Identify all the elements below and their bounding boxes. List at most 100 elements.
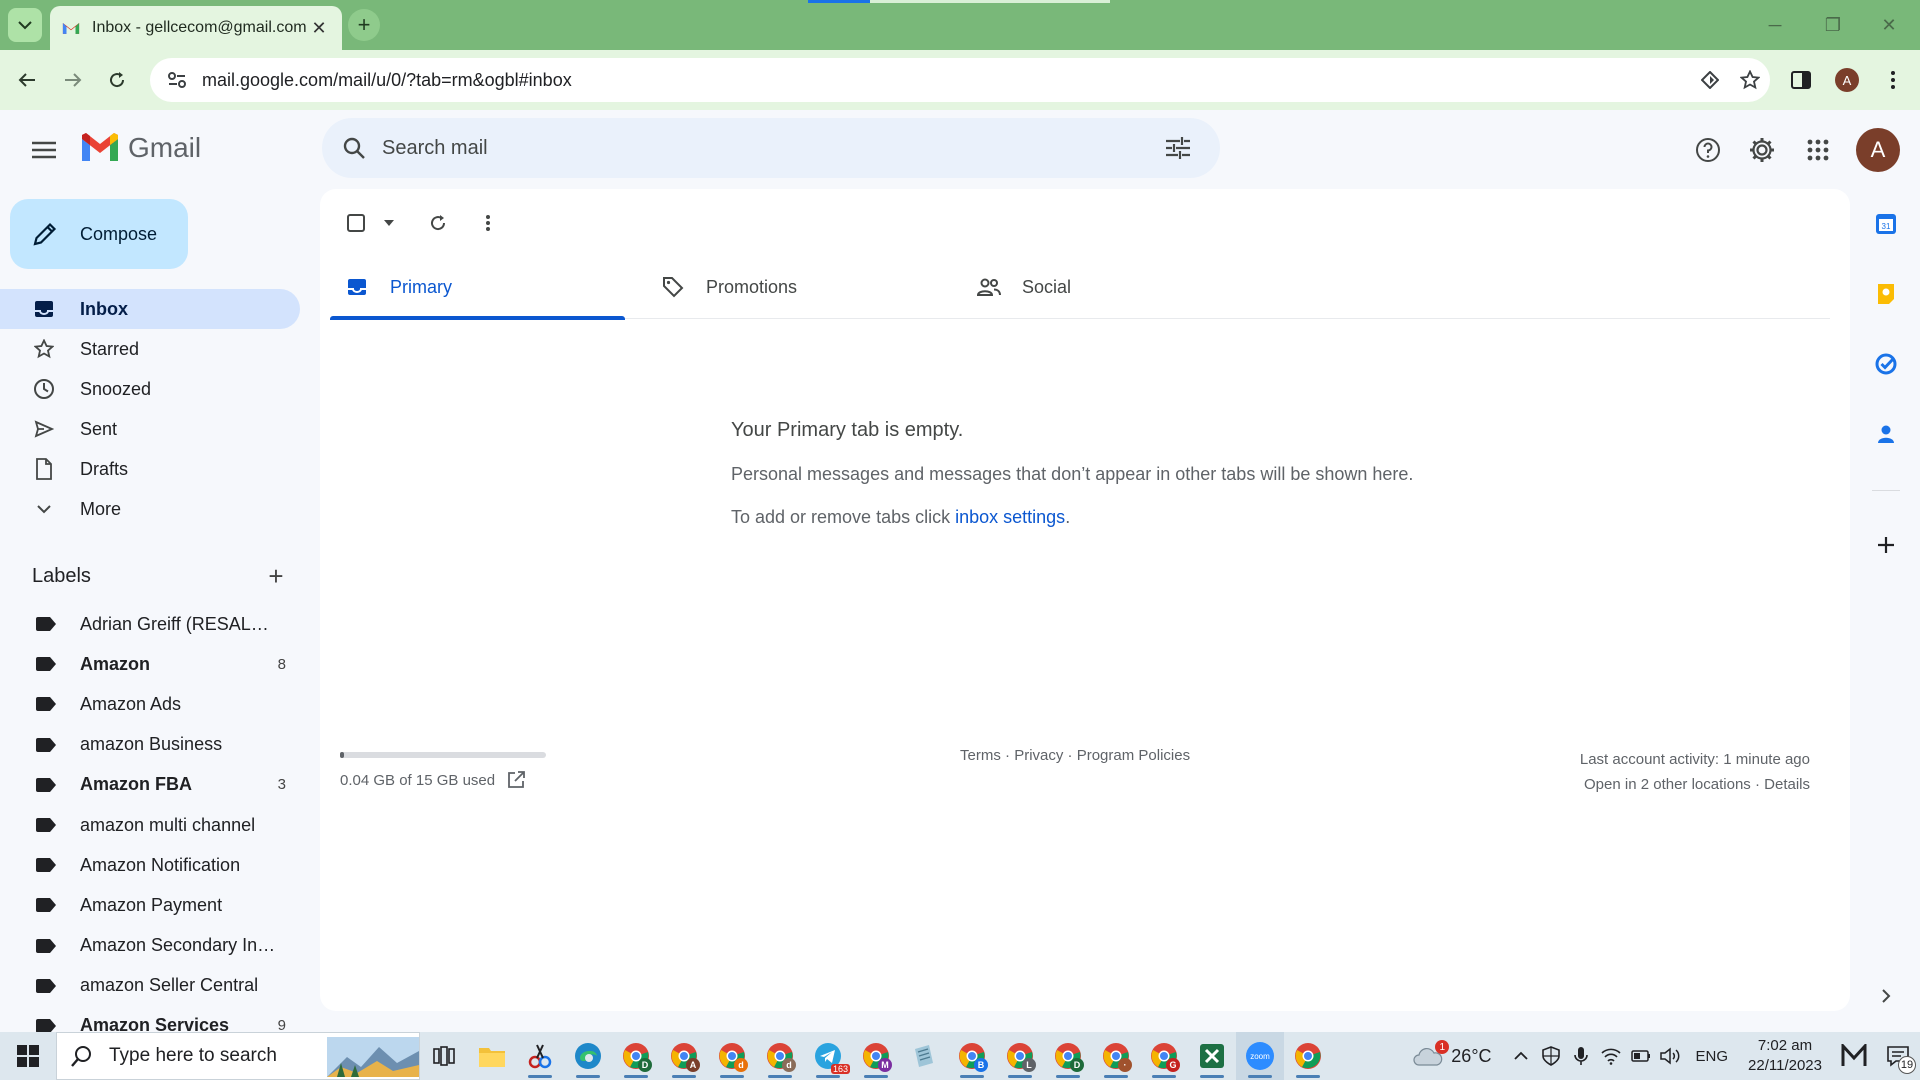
contacts-icon[interactable]	[1868, 416, 1904, 452]
tab-social[interactable]: Social	[962, 255, 1278, 319]
label-item[interactable]: Amazon Ads	[0, 684, 300, 724]
battery-icon[interactable]	[1626, 1032, 1656, 1080]
chevron-right-icon[interactable]	[1868, 978, 1904, 1014]
browser-tab-inbox[interactable]: Inbox - gellcecom@gmail.com ✕	[50, 6, 342, 50]
weather-widget[interactable]: 1 26°C	[1409, 1032, 1505, 1080]
window-close-icon[interactable]: ✕	[1862, 0, 1916, 50]
sidebar-item-drafts[interactable]: Drafts	[0, 449, 300, 489]
tab-close-icon[interactable]: ✕	[308, 17, 330, 39]
search-bar[interactable]	[322, 118, 1220, 178]
help-icon[interactable]	[1686, 128, 1730, 172]
chrome-profile-d-icon[interactable]: D	[612, 1032, 660, 1080]
sidebar-item-inbox[interactable]: Inbox	[0, 289, 300, 329]
chrome-profile-b-icon[interactable]: B	[948, 1032, 996, 1080]
telegram-icon[interactable]: 163	[804, 1032, 852, 1080]
privacy-link[interactable]: Privacy	[1014, 747, 1063, 764]
calendar-icon[interactable]: 31	[1868, 206, 1904, 242]
wifi-icon[interactable]	[1596, 1032, 1626, 1080]
task-view-icon[interactable]	[420, 1032, 468, 1080]
security-shield-icon[interactable]	[1536, 1032, 1566, 1080]
inbox-settings-link[interactable]: inbox settings	[955, 507, 1065, 527]
chrome-profile-d2-icon[interactable]: d	[708, 1032, 756, 1080]
settings-gear-icon[interactable]	[1740, 128, 1784, 172]
sidebar-item-starred[interactable]: Starred	[0, 329, 300, 369]
translate-icon[interactable]	[1690, 60, 1730, 100]
label-item[interactable]: Amazon Payment	[0, 885, 300, 925]
meet-now-icon[interactable]	[1832, 1032, 1876, 1080]
bookmark-star-icon[interactable]	[1730, 60, 1770, 100]
add-icon[interactable]	[1868, 527, 1904, 563]
windows-start-button[interactable]	[0, 1032, 56, 1080]
external-link-icon[interactable]	[507, 771, 526, 789]
sidebar-item-sent[interactable]: Sent	[0, 409, 300, 449]
notification-center-icon[interactable]: 19	[1876, 1032, 1920, 1080]
minimize-icon[interactable]: ─	[1748, 0, 1802, 50]
file-explorer-icon[interactable]	[468, 1032, 516, 1080]
chrome-profile-a-icon[interactable]: A	[660, 1032, 708, 1080]
clock-icon	[32, 377, 56, 401]
label-item[interactable]: amazon multi channel	[0, 805, 300, 845]
chrome-profile-m-icon[interactable]: M	[852, 1032, 900, 1080]
reload-button[interactable]	[100, 63, 134, 97]
volume-icon[interactable]	[1656, 1032, 1686, 1080]
site-info-icon[interactable]	[156, 63, 198, 97]
chrome-profile-d3-icon[interactable]: d	[756, 1032, 804, 1080]
address-bar[interactable]: mail.google.com/mail/u/0/?tab=rm&ogbl#in…	[150, 58, 1770, 102]
label-item[interactable]: Adrian Greiff (RESALE C...	[0, 604, 300, 644]
label-item[interactable]: amazon Seller Central	[0, 966, 300, 1006]
system-clock[interactable]: 7:02 am 22/11/2023	[1738, 1036, 1832, 1076]
apps-grid-icon[interactable]	[1796, 128, 1840, 172]
sidebar-item-snoozed[interactable]: Snoozed	[0, 369, 300, 409]
program-policies-link[interactable]: Program Policies	[1077, 747, 1190, 764]
chrome-profile-d4-icon[interactable]: D	[1044, 1032, 1092, 1080]
url-text[interactable]: mail.google.com/mail/u/0/?tab=rm&ogbl#in…	[202, 70, 1690, 91]
compose-button[interactable]: Compose	[10, 199, 188, 269]
select-dropdown[interactable]	[378, 203, 400, 243]
excel-icon[interactable]	[1188, 1032, 1236, 1080]
label-item[interactable]: Amazon FBA 3	[0, 765, 300, 805]
search-input[interactable]	[382, 136, 1150, 160]
label-item[interactable]: Amazon Notification	[0, 845, 300, 885]
browser-menu-button[interactable]	[1876, 63, 1910, 97]
search-options-icon[interactable]	[1150, 120, 1206, 176]
chrome-profile-img-icon[interactable]: ·	[1092, 1032, 1140, 1080]
notepad-app-icon[interactable]	[900, 1032, 948, 1080]
main-menu-button[interactable]	[24, 130, 64, 170]
tasks-icon[interactable]	[1868, 346, 1904, 382]
search-icon[interactable]	[326, 120, 382, 176]
microphone-icon[interactable]	[1566, 1032, 1596, 1080]
label-item[interactable]: Amazon Secondary Invit...	[0, 926, 300, 966]
side-panel-button[interactable]	[1784, 63, 1818, 97]
chrome-profile-l-icon[interactable]: L	[996, 1032, 1044, 1080]
tab-promotions[interactable]: Promotions	[646, 255, 962, 319]
gmail-logo[interactable]: Gmail	[80, 132, 201, 164]
forward-button[interactable]	[56, 63, 90, 97]
refresh-button[interactable]	[412, 203, 464, 243]
snipping-tool-icon[interactable]	[516, 1032, 564, 1080]
zoom-icon[interactable]: zoom	[1236, 1032, 1284, 1080]
chrome-profile-g-icon[interactable]: G	[1140, 1032, 1188, 1080]
more-actions-button[interactable]	[464, 203, 512, 243]
taskbar-search[interactable]: Type here to search	[56, 1032, 420, 1080]
chrome-icon[interactable]	[1284, 1032, 1332, 1080]
keep-icon[interactable]	[1868, 276, 1904, 312]
edge-browser-icon[interactable]	[564, 1032, 612, 1080]
add-label-icon[interactable]: +	[260, 560, 292, 592]
input-language[interactable]: ENG	[1686, 1032, 1739, 1080]
tab-search-button[interactable]	[8, 8, 42, 42]
account-avatar[interactable]: A	[1856, 128, 1900, 172]
sidebar-nav: Inbox Starred Snoozed Sent Drafts More	[0, 289, 300, 529]
profile-button[interactable]: A	[1830, 63, 1864, 97]
restore-icon[interactable]: ❐	[1806, 0, 1860, 50]
label-item[interactable]: amazon Business	[0, 725, 300, 765]
terms-link[interactable]: Terms	[960, 747, 1001, 764]
clock-time: 7:02 am	[1757, 1037, 1813, 1054]
new-tab-button[interactable]: +	[348, 9, 380, 41]
tab-primary[interactable]: Primary	[330, 255, 646, 320]
sidebar-item-more[interactable]: More	[0, 489, 300, 529]
select-checkbox[interactable]	[334, 203, 378, 243]
show-hidden-icons-icon[interactable]	[1506, 1032, 1536, 1080]
label-item[interactable]: Amazon 8	[0, 644, 300, 684]
back-button[interactable]	[10, 63, 44, 97]
activity-details-link[interactable]: Details	[1764, 776, 1810, 793]
